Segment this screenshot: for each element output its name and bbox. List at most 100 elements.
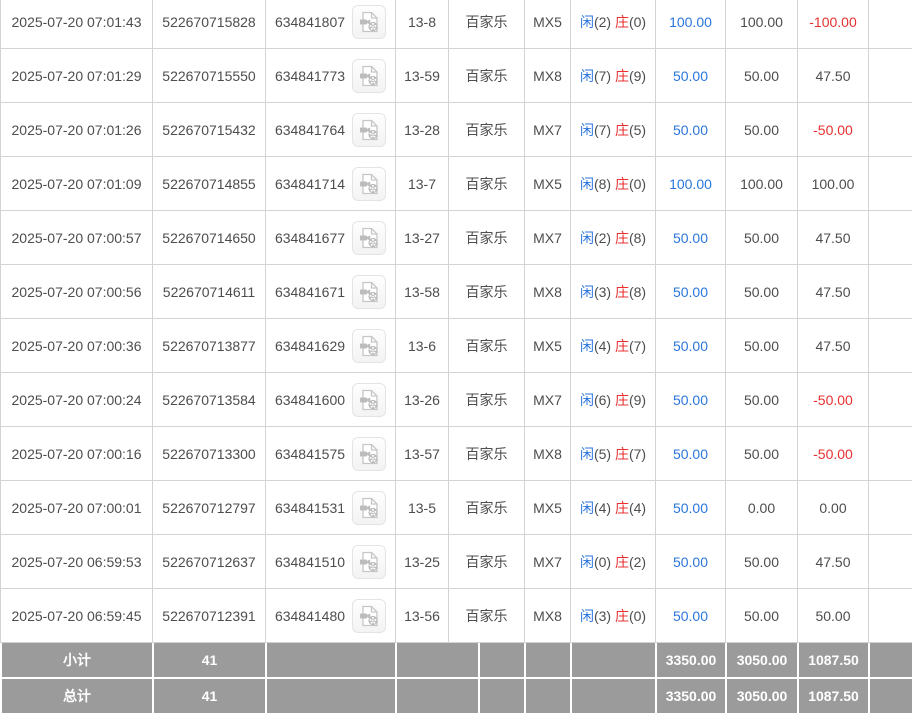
round-id: 634841531 (275, 500, 345, 516)
bet-amount-cell: 50.00 (656, 427, 726, 481)
video-replay-button[interactable] (352, 437, 386, 471)
video-replay-button[interactable] (352, 329, 386, 363)
bet-amount-link[interactable]: 50.00 (673, 446, 708, 462)
video-replay-button[interactable] (352, 599, 386, 633)
banker-label: 庄 (615, 608, 629, 624)
table-number: 13-28 (396, 103, 449, 157)
result-cell: 闲(5) 庄(7) (571, 427, 656, 481)
win-loss: 100.00 (798, 157, 869, 211)
bet-time: 2025-07-20 07:00:16 (1, 427, 153, 481)
result-cell: 闲(3) 庄(0) (571, 589, 656, 643)
banker-label: 庄 (615, 446, 629, 462)
valid-amount: 50.00 (726, 211, 798, 265)
valid-amount: 100.00 (726, 157, 798, 211)
bet-amount-link[interactable]: 50.00 (673, 284, 708, 300)
video-replay-button[interactable] (352, 221, 386, 255)
player-count: (0) (594, 554, 615, 570)
round-cell: 634841807 (266, 0, 396, 49)
bet-amount-link[interactable]: 50.00 (673, 230, 708, 246)
subtotal-empty-cell (869, 643, 912, 678)
banker-label: 庄 (615, 176, 629, 192)
bet-id: 522670714650 (153, 211, 266, 265)
table-number: 13-56 (396, 589, 449, 643)
bet-amount-cell: 50.00 (656, 265, 726, 319)
bet-records-viewport: 2025-07-20 07:01:43 522670715828 6348418… (0, 0, 912, 727)
platform-code: MX5 (525, 0, 571, 49)
platform-code: MX5 (525, 157, 571, 211)
table-number: 13-57 (396, 427, 449, 481)
bet-time: 2025-07-20 07:00:56 (1, 265, 153, 319)
valid-amount: 50.00 (726, 589, 798, 643)
result-cell: 闲(4) 庄(7) (571, 319, 656, 373)
round-id: 634841764 (275, 122, 345, 138)
video-replay-button[interactable] (352, 113, 386, 147)
result-cell: 闲(7) 庄(5) (571, 103, 656, 157)
bet-id: 522670713877 (153, 319, 266, 373)
video-replay-button[interactable] (352, 59, 386, 93)
banker-label: 庄 (615, 122, 629, 138)
empty-cell (869, 481, 912, 535)
video-replay-button[interactable] (352, 545, 386, 579)
game-name: 百家乐 (449, 589, 525, 643)
round-cell: 634841714 (266, 157, 396, 211)
total-count: 41 (153, 678, 266, 714)
valid-amount: 100.00 (726, 0, 798, 49)
result-cell: 闲(4) 庄(4) (571, 481, 656, 535)
round-cell: 634841629 (266, 319, 396, 373)
win-loss: 0.00 (798, 481, 869, 535)
subtotal-empty-cell (479, 643, 525, 678)
bet-amount-link[interactable]: 50.00 (673, 122, 708, 138)
video-replay-button[interactable] (352, 5, 386, 39)
bet-amount-link[interactable]: 50.00 (673, 500, 708, 516)
round-id: 634841510 (275, 554, 345, 570)
bet-amount-cell: 50.00 (656, 211, 726, 265)
subtotal-empty-cell (266, 643, 396, 678)
video-file-icon (357, 388, 381, 412)
banker-label: 庄 (615, 230, 629, 246)
banker-label: 庄 (615, 392, 629, 408)
video-replay-button[interactable] (352, 383, 386, 417)
summary-footer: 小计 41 3350.00 3050.00 1087.50 总计 41 (0, 643, 912, 715)
bet-id: 522670713584 (153, 373, 266, 427)
bet-id: 522670715828 (153, 0, 266, 49)
platform-code: MX7 (525, 211, 571, 265)
bet-amount-link[interactable]: 50.00 (673, 392, 708, 408)
bet-amount-link[interactable]: 50.00 (673, 554, 708, 570)
bet-time: 2025-07-20 07:00:57 (1, 211, 153, 265)
subtotal-label: 小计 (1, 643, 153, 678)
banker-label: 庄 (615, 338, 629, 354)
video-replay-button[interactable] (352, 275, 386, 309)
bet-id: 522670715432 (153, 103, 266, 157)
player-count: (4) (594, 500, 615, 516)
player-count: (8) (594, 176, 615, 192)
empty-cell (869, 319, 912, 373)
bet-amount-cell: 50.00 (656, 103, 726, 157)
bet-amount-link[interactable]: 50.00 (673, 338, 708, 354)
total-empty-cell (396, 678, 479, 714)
game-name: 百家乐 (449, 211, 525, 265)
player-count: (7) (594, 122, 615, 138)
bet-amount-link[interactable]: 100.00 (669, 176, 712, 192)
banker-count: (8) (629, 230, 646, 246)
round-id: 634841600 (275, 392, 345, 408)
round-cell: 634841764 (266, 103, 396, 157)
player-label: 闲 (580, 554, 594, 570)
subtotal-empty-cell (571, 643, 656, 678)
video-replay-button[interactable] (352, 167, 386, 201)
total-row: 总计 41 3350.00 3050.00 1087.50 (1, 678, 912, 714)
bet-amount-cell: 50.00 (656, 589, 726, 643)
bet-amount-link[interactable]: 100.00 (669, 14, 712, 30)
banker-label: 庄 (615, 14, 629, 30)
subtotal-valid-total: 3050.00 (726, 643, 798, 678)
bet-amount-link[interactable]: 50.00 (673, 68, 708, 84)
video-replay-button[interactable] (352, 491, 386, 525)
platform-code: MX8 (525, 49, 571, 103)
subtotal-bet-total: 3350.00 (656, 643, 726, 678)
table-row: 2025-07-20 07:00:57 522670714650 6348416… (1, 211, 912, 265)
bet-amount-link[interactable]: 50.00 (673, 608, 708, 624)
empty-cell (869, 265, 912, 319)
table-row: 2025-07-20 07:00:16 522670713300 6348415… (1, 427, 912, 481)
win-loss: -50.00 (798, 373, 869, 427)
video-file-icon (357, 442, 381, 466)
table-row: 2025-07-20 06:59:45 522670712391 6348414… (1, 589, 912, 643)
